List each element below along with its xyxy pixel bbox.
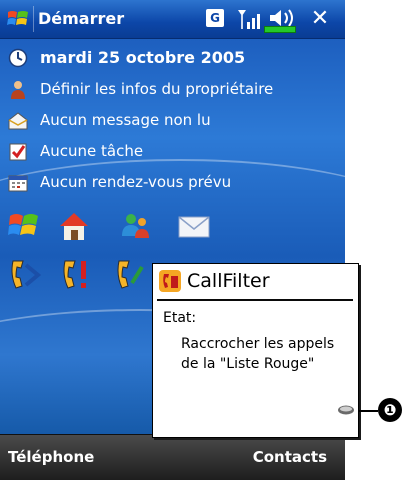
windows-logo-icon[interactable] — [6, 208, 42, 244]
owner-icon — [11, 81, 25, 99]
status-indicator-icon[interactable] — [337, 404, 355, 416]
status-label: Etat: — [163, 310, 197, 326]
inbox-label: Aucun message non lu — [40, 111, 211, 129]
battery-indicator — [264, 26, 296, 33]
home-icon[interactable] — [56, 208, 92, 244]
call-forward-icon[interactable] — [114, 255, 148, 295]
tasks-row[interactable]: Aucune tâche — [0, 139, 345, 165]
close-button[interactable]: ✕ — [306, 6, 334, 32]
soft-key-bar: Téléphone Contacts — [0, 434, 345, 480]
windows-flag-icon[interactable] — [6, 7, 30, 31]
popup-title: CallFilter — [187, 270, 270, 292]
clock-icon — [8, 48, 28, 68]
status-value: Raccrocher les appels de la "Liste Rouge… — [181, 336, 335, 372]
page-title[interactable]: Démarrer — [38, 9, 124, 28]
calendar-row[interactable]: Aucun rendez-vous prévu — [0, 170, 345, 196]
signal-icon[interactable] — [236, 8, 262, 32]
title-bar: Démarrer G ✕ — [0, 0, 345, 39]
callfilter-popup[interactable]: CallFilter Etat: Raccrocher les appels d… — [152, 263, 359, 438]
calendar-label: Aucun rendez-vous prévu — [40, 173, 232, 191]
callout-line — [358, 410, 378, 412]
quick-launch-bar — [0, 204, 345, 250]
callfilter-logo-icon — [159, 270, 181, 292]
contacts-softkey[interactable]: Contacts — [253, 448, 327, 466]
mail-icon[interactable] — [176, 208, 212, 244]
call-alert-icon[interactable] — [60, 255, 94, 295]
popup-header: CallFilter — [153, 264, 358, 302]
calendar-icon — [8, 175, 28, 192]
contacts-icon[interactable] — [118, 208, 154, 244]
gprs-badge[interactable]: G — [206, 9, 224, 27]
inbox-icon — [8, 112, 28, 130]
tasks-icon — [9, 143, 27, 161]
popup-divider — [157, 299, 353, 301]
title-separator — [33, 6, 34, 32]
tasks-label: Aucune tâche — [40, 142, 144, 160]
call-filter-icon[interactable] — [8, 255, 42, 295]
callout-number: ❶ — [378, 398, 402, 422]
phone-softkey[interactable]: Téléphone — [8, 448, 94, 466]
volume-icon[interactable] — [268, 8, 296, 28]
owner-row[interactable]: Définir les infos du propriétaire — [0, 77, 345, 103]
owner-label: Définir les infos du propriétaire — [40, 80, 274, 98]
date-row[interactable]: mardi 25 octobre 2005 — [0, 45, 345, 71]
inbox-row[interactable]: Aucun message non lu — [0, 108, 345, 134]
date-label: mardi 25 octobre 2005 — [40, 48, 246, 67]
